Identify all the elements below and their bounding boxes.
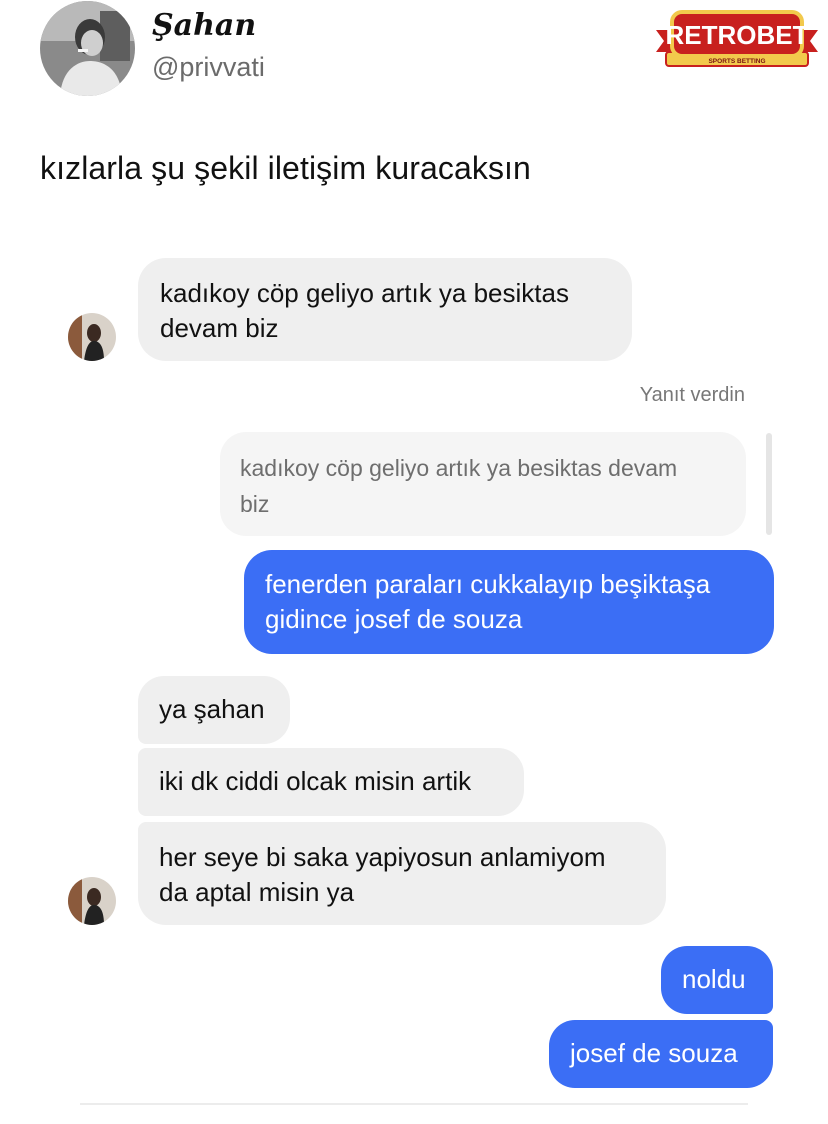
reply-label: Yanıt verdin — [639, 384, 745, 406]
sender-avatar[interactable] — [68, 877, 116, 925]
message-outgoing: noldu — [661, 946, 773, 1014]
logo-subtitle: SPORTS BETTING — [708, 58, 765, 65]
message-line: josef de souza — [570, 1038, 738, 1068]
author-avatar[interactable] — [40, 1, 135, 96]
message-incoming: her seye bi saka yapiyosun anlamiyom da … — [138, 822, 666, 925]
sender-avatar[interactable] — [68, 313, 116, 361]
message-outgoing: fenerden paraları cukkalayıp beşiktaşa g… — [244, 550, 774, 654]
divider — [80, 1103, 748, 1105]
message-line: kadıkoy cöp geliyo artık ya besiktas dev… — [240, 455, 678, 481]
message-line: biz — [240, 491, 270, 517]
message-incoming: iki dk ciddi olcak misin artik — [138, 748, 524, 816]
message-line: her seye bi saka yapiyosun anlamiyom — [159, 842, 606, 872]
message-line: da aptal misin ya — [159, 877, 355, 907]
author-handle[interactable]: @privvati — [152, 52, 265, 83]
message-outgoing: josef de souza — [549, 1020, 773, 1088]
message-incoming: kadıkoy cöp geliyo artık ya besiktas dev… — [138, 258, 632, 361]
author-photo — [40, 1, 135, 96]
logo-title: RETROBET — [666, 20, 809, 50]
message-line: gidince josef de souza — [265, 604, 523, 634]
retrobet-logo: RETROBET SPORTS BETTING — [656, 8, 818, 70]
message-line: noldu — [682, 964, 746, 994]
message-line: kadıkoy cöp geliyo artık ya besiktas — [160, 278, 569, 308]
message-incoming: ya şahan — [138, 676, 290, 744]
author-name[interactable]: Şahan — [152, 8, 256, 43]
quoted-reply[interactable]: kadıkoy cöp geliyo artık ya besiktas dev… — [220, 432, 746, 536]
quote-indicator-bar — [766, 433, 772, 535]
tweet-text: kızlarla şu şekil iletişim kuracaksın — [40, 150, 531, 186]
message-line: iki dk ciddi olcak misin artik — [159, 766, 472, 796]
message-line: devam biz — [160, 313, 279, 343]
message-line: ya şahan — [159, 694, 265, 724]
message-line: fenerden paraları cukkalayıp beşiktaşa — [265, 569, 711, 599]
